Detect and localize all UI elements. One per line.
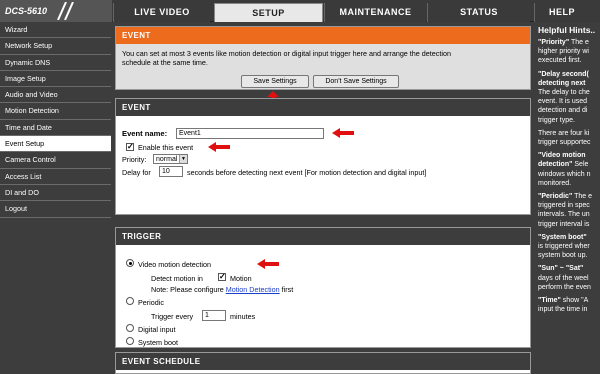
hint-priority-title: "Priority" (538, 39, 570, 46)
enable-event-checkbox[interactable] (126, 142, 134, 151)
event-name-input[interactable] (176, 128, 324, 139)
event-notice-panel: EVENT You can set at most 3 events like … (115, 26, 531, 103)
hint-system-boot-body: is triggered wher system boot up. (538, 243, 590, 260)
annotation-arrow-left-icon (257, 259, 279, 269)
configure-note-prefix: Note: Please configure (151, 285, 224, 294)
hint-vmd: "Video motion detection" Sele windows wh… (534, 151, 600, 188)
trigger-every-input[interactable] (202, 310, 226, 321)
priority-selected-value: normal (156, 156, 178, 163)
event-notice-title: EVENT (116, 27, 530, 44)
sidebar-item-access-list[interactable]: Access List (0, 168, 111, 185)
hint-days: "Sun" ~ "Sat" days of the weel perform t… (534, 264, 600, 292)
video-motion-detection-radio[interactable] (126, 259, 134, 267)
sidebar-item-di-do[interactable]: DI and DO (0, 184, 111, 202)
hint-priority: "Priority" The e higher priority wi exec… (534, 38, 600, 66)
hint-trigger-types: There are four ki trigger supportec (538, 129, 591, 147)
hint-time: "Time" show "A input the time in (534, 296, 600, 314)
sidebar: Wizard Network Setup Dynamic DNS Image S… (0, 22, 111, 372)
hint-time-title: "Time" (538, 297, 561, 305)
minutes-label: minutes (230, 312, 256, 321)
save-settings-button[interactable]: Save Settings (241, 75, 309, 88)
system-boot-label: System boot (138, 338, 178, 347)
sidebar-item-time-date[interactable]: Time and Date (0, 119, 111, 137)
main-content: EVENT You can set at most 3 events like … (112, 22, 533, 374)
priority-select[interactable]: normal ▼ (153, 154, 188, 164)
periodic-radio[interactable] (126, 297, 134, 305)
digital-input-radio[interactable] (126, 324, 134, 332)
trigger-panel: TRIGGER Video motion detection Detect mo… (115, 227, 531, 348)
sidebar-item-camera-control[interactable]: Camera Control (0, 152, 111, 169)
hint-system-boot: "System boot" is triggered wher system b… (534, 233, 600, 261)
enable-event-label: Enable this event (138, 143, 194, 152)
detect-motion-in-label: Detect motion in (151, 274, 203, 283)
motion-window-checkbox[interactable] (218, 272, 226, 281)
helpful-hints-panel: Helpful Hints.. "Priority" The e higher … (534, 22, 600, 372)
delay-seconds-input[interactable] (159, 166, 183, 177)
annotation-arrow-left-icon (332, 128, 354, 138)
tab-setup[interactable]: SETUP (214, 3, 323, 22)
hint-days-title: "Sun" ~ "Sat" (538, 265, 584, 273)
hint-delay-body: The delay to che event. It is used detec… (538, 89, 590, 124)
sidebar-item-dynamic-dns[interactable]: Dynamic DNS (0, 54, 111, 71)
event-schedule-title: EVENT SCHEDULE (116, 353, 530, 370)
tab-maintenance[interactable]: MAINTENANCE (324, 3, 426, 22)
digital-input-label: Digital input (138, 325, 176, 334)
event-panel-title: EVENT (116, 99, 530, 116)
hint-periodic: "Periodic" The e triggered in spec inter… (534, 192, 600, 229)
sidebar-item-wizard[interactable]: Wizard (0, 22, 111, 39)
sidebar-item-audio-video[interactable]: Audio and Video (0, 87, 111, 104)
sidebar-item-motion-detection[interactable]: Motion Detection (0, 103, 111, 120)
sidebar-item-network-setup[interactable]: Network Setup (0, 38, 111, 55)
hint-delay-title: "Delay second( detecting next (538, 70, 589, 87)
motion-window-label: Motion (230, 274, 252, 283)
hint-delay: "Delay second( detecting next The delay … (534, 70, 600, 125)
delay-prefix-label: Delay for (122, 168, 151, 177)
hint-days-body: days of the weel perform the even (538, 274, 591, 291)
hint-periodic-title: "Periodic" (538, 193, 573, 201)
event-name-label: Event name: (122, 129, 168, 138)
model-name: DCS-5610 (5, 6, 48, 16)
tab-live-video[interactable]: LIVE VIDEO (113, 3, 210, 22)
tab-help[interactable]: HELP (534, 3, 600, 22)
hint-system-boot-title: "System boot" (538, 233, 587, 241)
logo-slashes-icon (57, 2, 74, 20)
tab-status[interactable]: STATUS (427, 3, 530, 22)
periodic-label: Periodic (138, 298, 164, 307)
priority-label: Priority: (122, 155, 147, 164)
trigger-panel-title: TRIGGER (116, 228, 530, 245)
configure-note-suffix: first (281, 285, 294, 294)
helpful-hints-title: Helpful Hints.. (538, 25, 596, 35)
configure-note: Note: Please configure Motion Detection … (151, 285, 293, 294)
chevron-down-icon: ▼ (179, 155, 187, 163)
event-notice-text-line1: You can set at most 3 events like motion… (122, 49, 451, 58)
top-navigation-bar: DCS-5610 LIVE VIDEO SETUP MAINTENANCE ST… (0, 0, 600, 22)
event-schedule-panel: EVENT SCHEDULE (115, 352, 531, 374)
sidebar-item-event-setup[interactable]: Event Setup (0, 136, 111, 153)
event-panel: EVENT Event name: Enable this event Prio… (115, 98, 531, 215)
video-motion-detection-label: Video motion detection (138, 260, 211, 269)
sidebar-item-image-setup[interactable]: Image Setup (0, 70, 111, 88)
delay-suffix-label: seconds before detecting next event [For… (187, 168, 427, 177)
product-logo: DCS-5610 (0, 0, 112, 22)
trigger-every-label: Trigger every (151, 312, 194, 321)
sidebar-item-logout[interactable]: Logout (0, 201, 111, 218)
dont-save-settings-button[interactable]: Don't Save Settings (313, 75, 399, 88)
system-boot-radio[interactable] (126, 337, 134, 345)
motion-detection-link[interactable]: Motion Detection (226, 285, 280, 294)
event-notice-text-line2: schedule at the same time. (122, 58, 208, 67)
annotation-arrow-left-icon (208, 142, 230, 152)
